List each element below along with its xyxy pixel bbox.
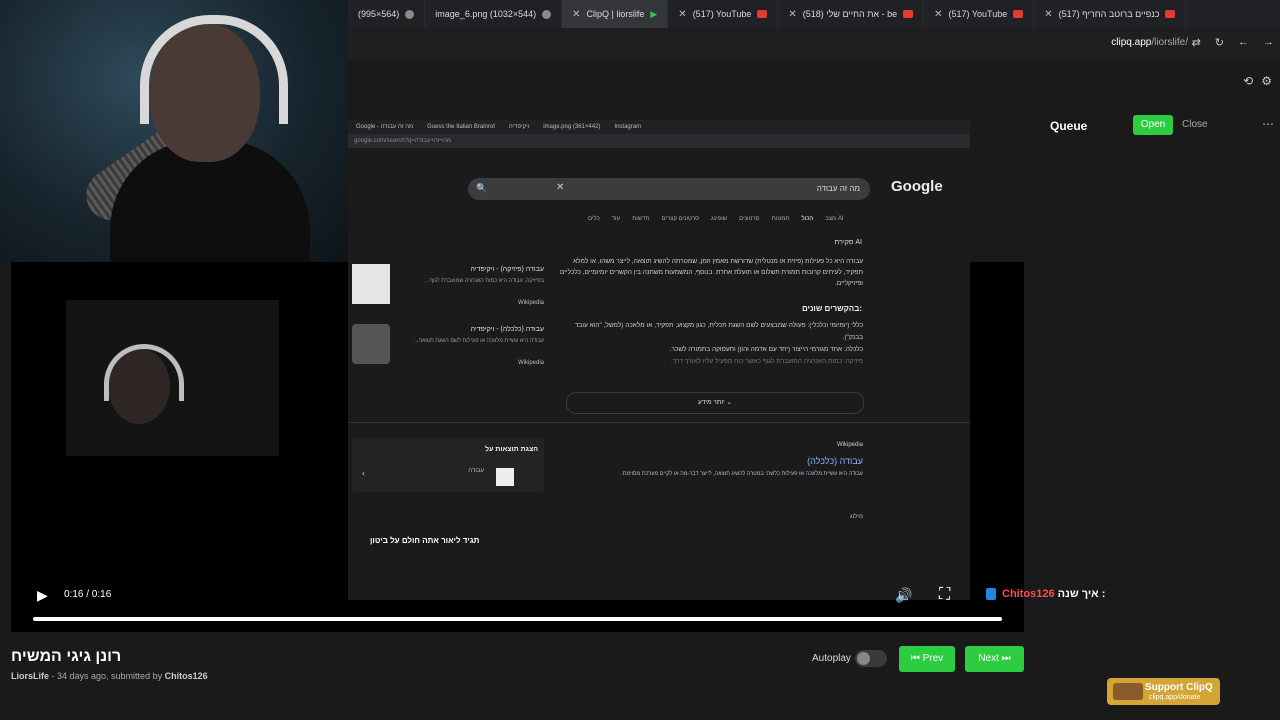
url-text[interactable]: clipq.app/liorslife/ bbox=[1111, 37, 1188, 48]
next-icon: ⏭ bbox=[1001, 653, 1011, 664]
video-chat-overlay: תגיד ליאור אתה חולם על ביטון bbox=[370, 536, 480, 545]
browser-tab[interactable]: ✕ (518) את החיים שלי - be bbox=[778, 0, 925, 28]
volume-icon[interactable]: 🔊 bbox=[895, 587, 912, 604]
next-button[interactable]: Next ⏭ bbox=[965, 646, 1024, 672]
close-icon[interactable]: ✕ bbox=[572, 9, 580, 20]
clip-title: רונן גיגי המשיח bbox=[11, 648, 122, 665]
chat-badge-icon bbox=[986, 588, 996, 601]
support-button[interactable]: Support ClipQ clipq.app/donate bbox=[1107, 678, 1220, 705]
search-icon: 🔍 bbox=[476, 183, 488, 193]
browser-tab[interactable]: ✕ (517) YouTube bbox=[668, 0, 779, 28]
player-controls: ▶ 0:16 / 0:16 🔊 ⛶ bbox=[11, 578, 1024, 632]
card-thumbnail bbox=[352, 264, 390, 304]
side-card: עבודה (פיזיקה) - ויקיפדיה בפיזיקה, עבודה… bbox=[352, 264, 544, 308]
browser-tab[interactable]: ✕ (517) כנפיים ברוטב החריף bbox=[1034, 0, 1187, 28]
context-bullets: כללי (יומיומי וכלכלי): פעולה שמבצעים לשם… bbox=[574, 322, 863, 365]
youtube-icon bbox=[1013, 10, 1024, 18]
queue-close-button[interactable]: Close bbox=[1182, 119, 1208, 130]
search-result: מילוג bbox=[850, 514, 863, 520]
browser-tab[interactable]: image_6.png (1032×544) bbox=[425, 0, 563, 28]
contexts-heading: בהקשרים שונים: bbox=[801, 304, 862, 313]
card-thumbnail bbox=[352, 324, 390, 364]
divider bbox=[348, 422, 970, 423]
chevron-down-icon: ⌄ bbox=[726, 399, 732, 406]
back-icon[interactable]: ← bbox=[1238, 36, 1249, 49]
prev-button[interactable]: ⏮ Prev bbox=[899, 646, 955, 672]
webcam-overlay bbox=[0, 0, 348, 262]
close-icon: ✕ bbox=[556, 182, 565, 193]
more-icon[interactable]: ⋯ bbox=[1262, 117, 1274, 131]
queue-open-button[interactable]: Open bbox=[1133, 115, 1173, 135]
chat-message: Chitos126 איך שנה : bbox=[986, 588, 1105, 601]
ai-paragraph: עבודה היא כל פעילות (פיזית או מנטלית) שד… bbox=[559, 258, 863, 287]
nav-icons: ⇄ ↻ ← → bbox=[1192, 36, 1274, 49]
browser-tabbar: (995×564) image_6.png (1032×544) ✕ ClipQ … bbox=[348, 0, 1280, 28]
fullscreen-icon[interactable]: ⛶ bbox=[939, 586, 950, 604]
header-icons: ⟲ ⚙ bbox=[1243, 74, 1272, 88]
history-icon[interactable]: ⟲ bbox=[1243, 74, 1253, 88]
support-avatar bbox=[1113, 683, 1143, 700]
side-card: עבודה (כלכלה) - ויקיפדיה עבודה היא עשיית… bbox=[352, 324, 544, 368]
ai-overview-label: סקירת AI bbox=[834, 239, 862, 246]
google-filters: כלים עוד חדשות סרטונים קצרים שופינג סרטו… bbox=[588, 216, 844, 222]
recorded-tabbar: Google - מה זה עבודה Guess the Italian Br… bbox=[348, 120, 970, 134]
close-icon[interactable]: ✕ bbox=[1044, 9, 1052, 20]
globe-icon bbox=[405, 9, 415, 19]
youtube-icon bbox=[903, 10, 914, 18]
youtube-icon bbox=[1165, 10, 1176, 18]
queue-title: Queue bbox=[1050, 119, 1088, 133]
toggle-knob bbox=[857, 652, 870, 665]
tune-icon[interactable]: ⇄ bbox=[1192, 36, 1201, 49]
globe-icon bbox=[542, 9, 552, 19]
video-frame: Google - מה זה עבודה Guess the Italian Br… bbox=[348, 120, 970, 600]
webcam-overlay-small bbox=[66, 300, 279, 456]
close-icon[interactable]: ✕ bbox=[678, 9, 686, 20]
close-icon[interactable]: ✕ bbox=[788, 9, 796, 20]
clip-meta: LiorsLife - 34 days ago, submitted by Ch… bbox=[11, 671, 208, 681]
progress-bar[interactable] bbox=[33, 617, 1002, 621]
youtube-icon bbox=[757, 10, 768, 18]
google-searchbox: 🔍 ✕ מה זה עבודה bbox=[468, 178, 870, 200]
close-icon[interactable]: ✕ bbox=[934, 9, 942, 20]
results-header-card: הצגת תוצאות על עבודה ‹ bbox=[352, 438, 544, 492]
search-result: Wikipedia עבודה (כלכלה) עבודה היא עשיית … bbox=[621, 442, 863, 477]
headphones bbox=[104, 344, 184, 401]
google-logo: Google bbox=[891, 178, 943, 195]
headphones bbox=[140, 15, 288, 124]
side-cards: עבודה (פיזיקה) - ויקיפדיה בפיזיקה, עבודה… bbox=[352, 264, 544, 384]
autoplay-toggle[interactable] bbox=[855, 650, 887, 667]
play-icon[interactable]: ▶ bbox=[37, 587, 48, 604]
browser-tab[interactable]: ✕ (517) YouTube bbox=[924, 0, 1035, 28]
settings-icon[interactable]: ⚙ bbox=[1261, 74, 1272, 88]
page-header: ⟲ ⚙ bbox=[348, 60, 1280, 112]
time-display: 0:16 / 0:16 bbox=[64, 589, 112, 600]
play-icon: ▶ bbox=[650, 8, 658, 19]
prev-icon: ⏮ bbox=[910, 653, 920, 664]
browser-tab-active[interactable]: ✕ ClipQ | liorslife ▶ bbox=[562, 0, 669, 28]
recorded-urlbar: google.com/search?q=מה+זה+עבודה bbox=[348, 134, 970, 148]
reload-icon[interactable]: ↻ bbox=[1215, 36, 1224, 49]
address-bar[interactable]: clipq.app/liorslife/ ⇄ ↻ ← → bbox=[348, 28, 1280, 60]
forward-icon[interactable]: → bbox=[1263, 36, 1274, 49]
browser-tab[interactable]: (995×564) bbox=[348, 0, 426, 28]
result-thumbnail bbox=[496, 468, 514, 486]
more-info-button: יותר מידע ⌄ bbox=[566, 392, 864, 414]
chevron-left-icon: ‹ bbox=[362, 468, 365, 478]
autoplay-label: Autoplay bbox=[812, 653, 851, 664]
